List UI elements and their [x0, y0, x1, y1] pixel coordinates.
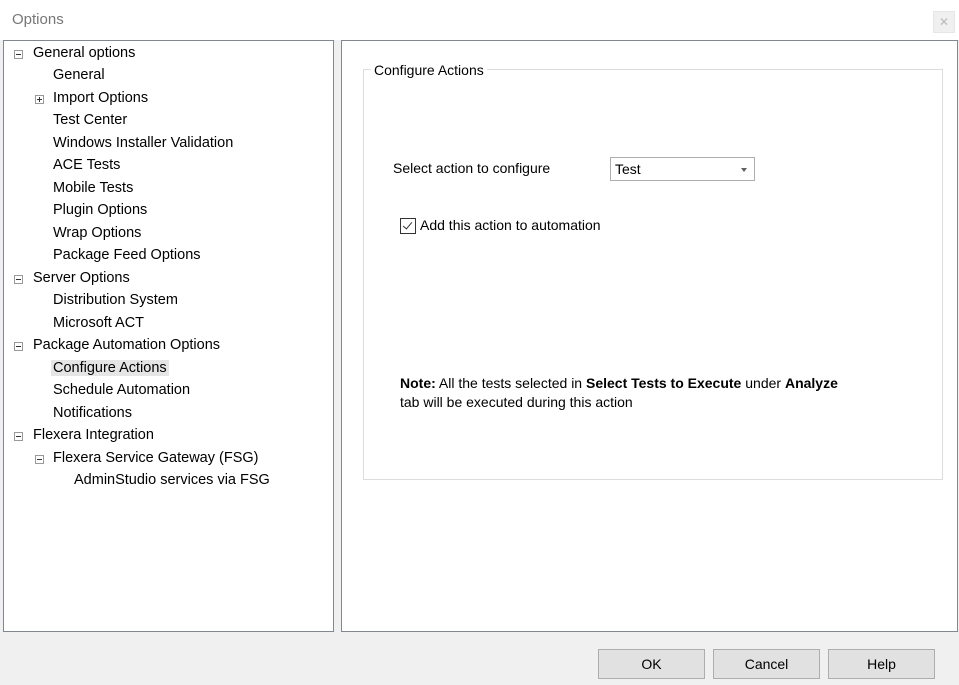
tree-item-label: Microsoft ACT	[53, 315, 145, 331]
action-select[interactable]: Test	[610, 157, 755, 181]
tree-item-distribution-system[interactable]: Distribution System	[53, 290, 178, 311]
tree-item-microsoft-act[interactable]: Microsoft ACT	[53, 313, 144, 334]
tree-item-label: General	[53, 67, 105, 83]
collapse-icon[interactable]	[14, 432, 23, 441]
note-prefix: Note:	[400, 375, 436, 391]
add-to-automation-label[interactable]: Add this action to automation	[420, 217, 601, 233]
tree-item-ace-tests[interactable]: ACE Tests	[53, 155, 120, 176]
tree-item-package-feed-options[interactable]: Package Feed Options	[53, 245, 201, 266]
tree-item-notifications[interactable]: Notifications	[53, 403, 132, 424]
window-title: Options	[12, 11, 64, 28]
tree-item-configure-actions[interactable]: Configure Actions	[51, 358, 169, 379]
tree-item-label: Flexera Integration	[33, 427, 154, 443]
configure-actions-group: Configure Actions Select action to confi…	[363, 61, 943, 480]
tree-item-label: Flexera Service Gateway (FSG)	[53, 450, 259, 466]
tree-item-label: Test Center	[53, 112, 128, 128]
tree-item-label: Package Automation Options	[33, 337, 221, 353]
tree-item-windows-installer-validation[interactable]: Windows Installer Validation	[53, 133, 233, 154]
note-bold-analyze: Analyze	[784, 375, 838, 391]
note-text: Note: All the tests selected in Select T…	[400, 374, 900, 412]
tree-item-general[interactable]: General	[53, 65, 105, 86]
tree-item-test-center[interactable]: Test Center	[53, 110, 127, 131]
tree-item-label: Distribution System	[53, 292, 178, 308]
tree-item-label: Server Options	[33, 270, 130, 286]
add-to-automation-checkbox[interactable]	[400, 218, 416, 234]
tree-item-wrap-options[interactable]: Wrap Options	[53, 223, 141, 244]
cancel-button[interactable]: Cancel	[713, 649, 820, 679]
close-icon: ✕	[938, 15, 950, 29]
group-title: Configure Actions	[371, 61, 487, 79]
note-bold-select-tests: Select Tests to Execute	[585, 375, 742, 391]
tree-item-label: Windows Installer Validation	[53, 135, 234, 151]
chevron-down-icon	[741, 168, 747, 172]
tree-item-schedule-automation[interactable]: Schedule Automation	[53, 380, 190, 401]
close-button[interactable]: ✕	[933, 11, 955, 33]
note-line-2: tab will be executed during this action	[400, 394, 633, 410]
tree-item-label: Notifications	[53, 405, 132, 421]
tree-item-label: Wrap Options	[53, 225, 142, 241]
collapse-icon[interactable]	[14, 275, 23, 284]
collapse-icon[interactable]	[14, 342, 23, 351]
tree-item-label: Mobile Tests	[53, 180, 134, 196]
title-bar: Options ✕	[0, 0, 959, 40]
tree-item-label: ACE Tests	[53, 157, 121, 173]
tree-item-label: Plugin Options	[53, 202, 148, 218]
ok-button[interactable]: OK	[598, 649, 705, 679]
options-tree[interactable]: General options General Import Options T…	[3, 40, 334, 632]
tree-item-label: Configure Actions	[51, 360, 169, 376]
settings-panel: Configure Actions Select action to confi…	[341, 40, 958, 632]
tree-item-label: General options	[33, 45, 136, 61]
select-action-label: Select action to configure	[393, 160, 551, 176]
note-text-part: under	[741, 375, 785, 391]
collapse-icon[interactable]	[35, 455, 44, 464]
tree-item-plugin-options[interactable]: Plugin Options	[53, 200, 147, 221]
tree-item-label: Schedule Automation	[53, 382, 191, 398]
tree-item-adminstudio-services[interactable]: AdminStudio services via FSG	[74, 470, 270, 491]
tree-item-label: Import Options	[53, 90, 149, 106]
collapse-icon[interactable]	[14, 50, 23, 59]
expand-icon[interactable]	[35, 95, 44, 104]
checkmark-icon	[402, 219, 413, 230]
help-button[interactable]: Help	[828, 649, 935, 679]
tree-item-label: AdminStudio services via FSG	[74, 472, 270, 488]
tree-item-mobile-tests[interactable]: Mobile Tests	[53, 178, 133, 199]
note-text-part: All the tests selected in	[435, 375, 586, 391]
action-select-value: Test	[615, 161, 641, 177]
tree-item-label: Package Feed Options	[53, 247, 201, 263]
